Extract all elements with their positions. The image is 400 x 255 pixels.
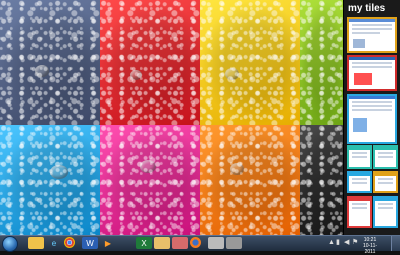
tile-black[interactable]: [300, 125, 343, 235]
tile-thumbnail-4[interactable]: [347, 145, 372, 169]
show-desktop-button[interactable]: [391, 236, 400, 251]
internet-explorer-icon[interactable]: e: [46, 237, 62, 249]
tile-orange[interactable]: [200, 125, 300, 235]
clock-date: 10-11-2011: [362, 243, 378, 255]
tile-green[interactable]: [300, 0, 343, 125]
tile-thumbnail-7[interactable]: [373, 171, 398, 193]
excel-icon[interactable]: X: [136, 237, 152, 249]
tile-blue[interactable]: [0, 125, 100, 235]
water-drop: [35, 65, 49, 77]
tile-thumbnail-1[interactable]: [347, 17, 397, 53]
my-tiles-sidebar: my tiles: [343, 0, 400, 235]
chrome-icon[interactable]: [64, 237, 75, 248]
tile-slate[interactable]: [0, 0, 100, 125]
tile-thumbnail-3[interactable]: [347, 94, 397, 144]
word-icon[interactable]: W: [82, 237, 98, 249]
clock[interactable]: 10:21 10-11-2011: [358, 237, 382, 255]
tile-yellow[interactable]: [200, 0, 300, 125]
tile-thumbnail-9[interactable]: [373, 196, 398, 228]
water-drop: [225, 68, 239, 80]
volume-icon[interactable]: ◀: [344, 239, 350, 246]
tile-thumbnail-2[interactable]: [347, 55, 397, 91]
tile-thumbnail-8[interactable]: [347, 196, 372, 228]
sidebar-title: my tiles: [348, 3, 386, 14]
tiles-app-icon[interactable]: [208, 237, 224, 249]
explorer-icon[interactable]: [28, 237, 44, 249]
taskbar: e W ▶ X ▲ ▮ ◀ ⚑ 10:21 10-11-2011: [0, 235, 400, 255]
water-drop: [230, 163, 244, 175]
app-icon[interactable]: [226, 237, 242, 249]
paint-icon[interactable]: [172, 237, 188, 249]
tile-thumbnail-5[interactable]: [373, 145, 398, 169]
tray-up-arrow-icon[interactable]: ▲: [328, 239, 335, 246]
firefox-icon[interactable]: [190, 237, 201, 248]
tile-thumbnail-6[interactable]: [347, 171, 372, 193]
media-player-icon[interactable]: ▶: [100, 237, 116, 249]
water-drop: [50, 165, 68, 179]
folder-icon[interactable]: [154, 237, 170, 249]
wallpaper-desktop: [0, 0, 343, 235]
tile-red[interactable]: [100, 0, 200, 125]
network-icon[interactable]: ▮: [336, 239, 342, 246]
water-drop: [140, 160, 156, 173]
water-drop: [130, 70, 142, 80]
tile-magenta[interactable]: [100, 125, 200, 235]
